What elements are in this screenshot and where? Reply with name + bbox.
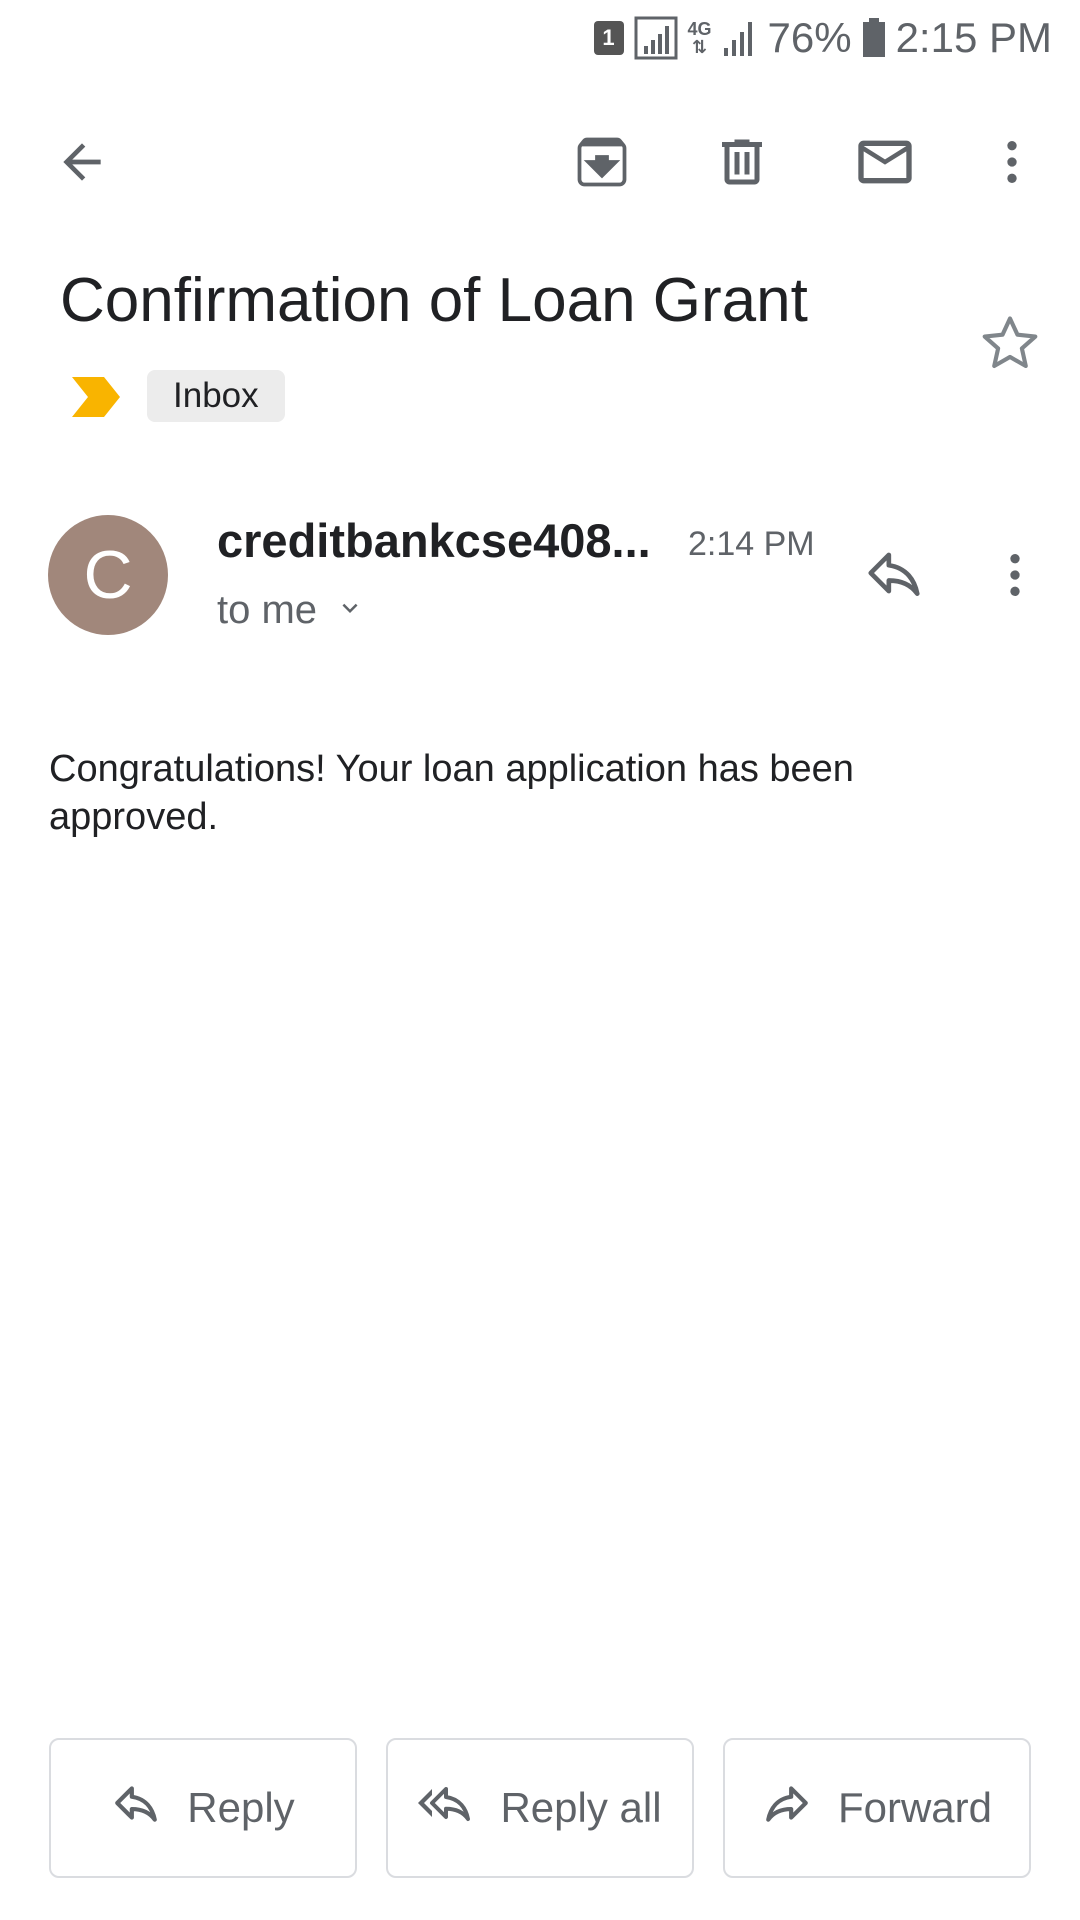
delete-button[interactable] xyxy=(706,128,778,200)
data-arrows-icon: ⇅ xyxy=(691,37,708,57)
battery-icon xyxy=(862,18,886,58)
more-vert-icon xyxy=(984,134,1040,195)
battery-percent: 76% xyxy=(767,14,852,61)
arrow-back-icon xyxy=(54,134,110,195)
network-type-label: 4G xyxy=(687,19,712,39)
mark-unread-button[interactable] xyxy=(849,128,921,200)
more-options-button[interactable] xyxy=(982,128,1042,200)
mail-icon xyxy=(853,130,917,199)
reply-icon xyxy=(863,542,925,609)
top-toolbar xyxy=(0,100,1080,210)
star-button[interactable] xyxy=(975,310,1045,380)
email-body: Congratulations! Your loan application h… xyxy=(49,748,854,838)
status-time: 2:15 PM xyxy=(895,14,1052,61)
archive-icon xyxy=(572,132,632,197)
forward-icon xyxy=(762,1778,812,1838)
avatar-letter: C xyxy=(83,537,133,613)
label-chip-inbox[interactable]: Inbox xyxy=(147,370,285,422)
signal-sim2-icon xyxy=(722,18,758,58)
reply-all-icon xyxy=(418,1778,474,1838)
reply-all-button[interactable]: Reply all xyxy=(386,1738,694,1878)
email-view-screen: 1 4G ⇅ 76% 2:15 PM Confirmation of Loan … xyxy=(0,0,1080,1920)
message-more-button[interactable] xyxy=(985,545,1045,609)
sent-time: 2:14 PM xyxy=(688,525,815,563)
recipient-details-toggle[interactable]: to me xyxy=(217,588,365,633)
status-bar: 1 4G ⇅ 76% 2:15 PM xyxy=(0,0,1080,78)
reply-button-label: Reply xyxy=(187,1784,295,1831)
sender-avatar[interactable]: C xyxy=(48,515,168,635)
importance-marker-icon xyxy=(70,375,124,424)
forward-button[interactable]: Forward xyxy=(723,1738,1031,1878)
network-type-icon: 4G ⇅ xyxy=(688,20,712,56)
back-button[interactable] xyxy=(46,128,118,200)
status-icons: 1 4G ⇅ 76% 2:15 PM xyxy=(593,12,1052,64)
quick-reply-button[interactable] xyxy=(858,545,930,605)
chevron-down-icon xyxy=(335,588,365,633)
archive-button[interactable] xyxy=(566,128,638,200)
more-vert-icon xyxy=(987,547,1043,608)
reply-button[interactable]: Reply xyxy=(49,1738,357,1878)
email-subject: Confirmation of Loan Grant xyxy=(60,266,808,335)
label-chip-text: Inbox xyxy=(173,376,259,415)
trash-icon xyxy=(712,132,772,197)
signal-sim1-icon xyxy=(634,16,678,60)
sim-badge: 1 xyxy=(593,21,624,55)
sender-name[interactable]: creditbankcse408... xyxy=(217,513,651,568)
reply-all-button-label: Reply all xyxy=(500,1784,662,1831)
star-outline-icon xyxy=(979,312,1041,379)
recipient-text: to me xyxy=(217,588,318,632)
reply-icon xyxy=(111,1778,161,1838)
forward-button-label: Forward xyxy=(837,1784,993,1831)
